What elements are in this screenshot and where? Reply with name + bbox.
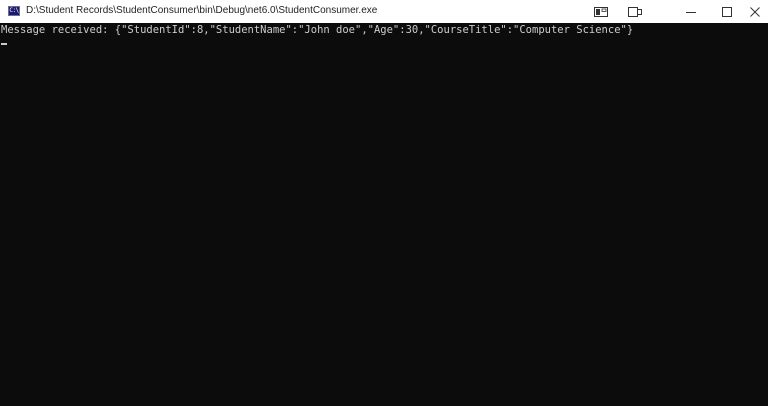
- console-line: Message received: {"StudentId":8,"Studen…: [1, 24, 634, 36]
- maximize-icon: [722, 6, 732, 17]
- minimize-button[interactable]: [680, 0, 702, 23]
- tablet-mode-icon: [628, 6, 642, 17]
- maximize-button[interactable]: [716, 0, 738, 23]
- console-output[interactable]: Message received: {"StudentId":8,"Studen…: [0, 23, 768, 406]
- close-button[interactable]: [744, 0, 766, 23]
- window-title: D:\Student Records\StudentConsumer\bin\D…: [26, 5, 378, 16]
- minimize-icon: [686, 11, 696, 13]
- tablet-mode-button[interactable]: [624, 0, 646, 23]
- close-icon: [750, 6, 760, 17]
- title-bar[interactable]: C:\ D:\Student Records\StudentConsumer\b…: [0, 0, 768, 23]
- text-cursor: [1, 43, 7, 45]
- console-app-icon[interactable]: C:\: [8, 6, 20, 16]
- snap-layout-button[interactable]: [590, 0, 612, 23]
- snap-layout-icon: [594, 6, 608, 17]
- console-window: C:\ D:\Student Records\StudentConsumer\b…: [0, 0, 768, 406]
